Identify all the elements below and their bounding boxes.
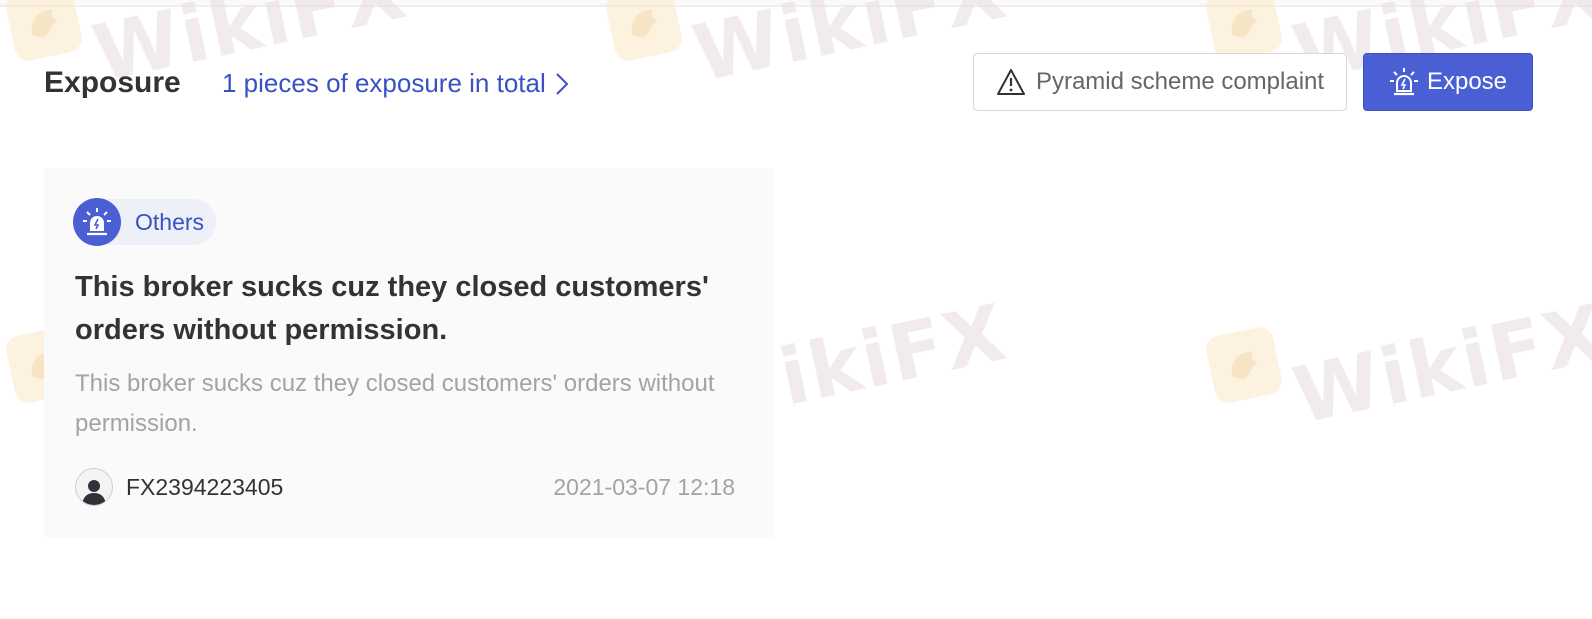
expose-label: Expose [1426,68,1508,95]
pyramid-complaint-button[interactable]: Pyramid scheme complaint [973,53,1347,111]
alarm-siren-icon [73,198,121,246]
author-name: FX2394223405 [126,473,284,500]
user-avatar-icon [82,480,106,505]
exposure-title[interactable]: This broker sucks cuz they closed custom… [75,266,715,352]
exposure-total-label: 1 pieces of exposure in total [222,68,546,98]
warning-triangle-icon [996,69,1025,95]
post-timestamp: 2021-03-07 12:18 [553,474,735,500]
avatar [75,468,113,506]
exposure-total-link[interactable]: 1 pieces of exposure in total [222,68,570,99]
chevron-right-icon [556,72,569,95]
exposure-description: This broker sucks cuz they closed custom… [75,370,715,437]
expose-button[interactable]: Expose [1363,53,1533,111]
pyramid-complaint-label: Pyramid scheme complaint [1035,68,1325,95]
category-label: Others [135,208,205,235]
author-info: FX2394223405 [75,468,283,506]
category-tag: Others [73,198,217,246]
wikifx-logo-icon [1203,324,1285,406]
exposure-header: Exposure 1 pieces of exposure in total P… [44,52,1556,114]
watermark: WikiFX [1203,288,1592,442]
alarm-siren-icon [1389,68,1418,96]
page-title: Exposure [44,66,181,99]
top-divider [0,0,1592,7]
exposure-card[interactable]: Others This broker sucks cuz they closed… [44,168,774,538]
